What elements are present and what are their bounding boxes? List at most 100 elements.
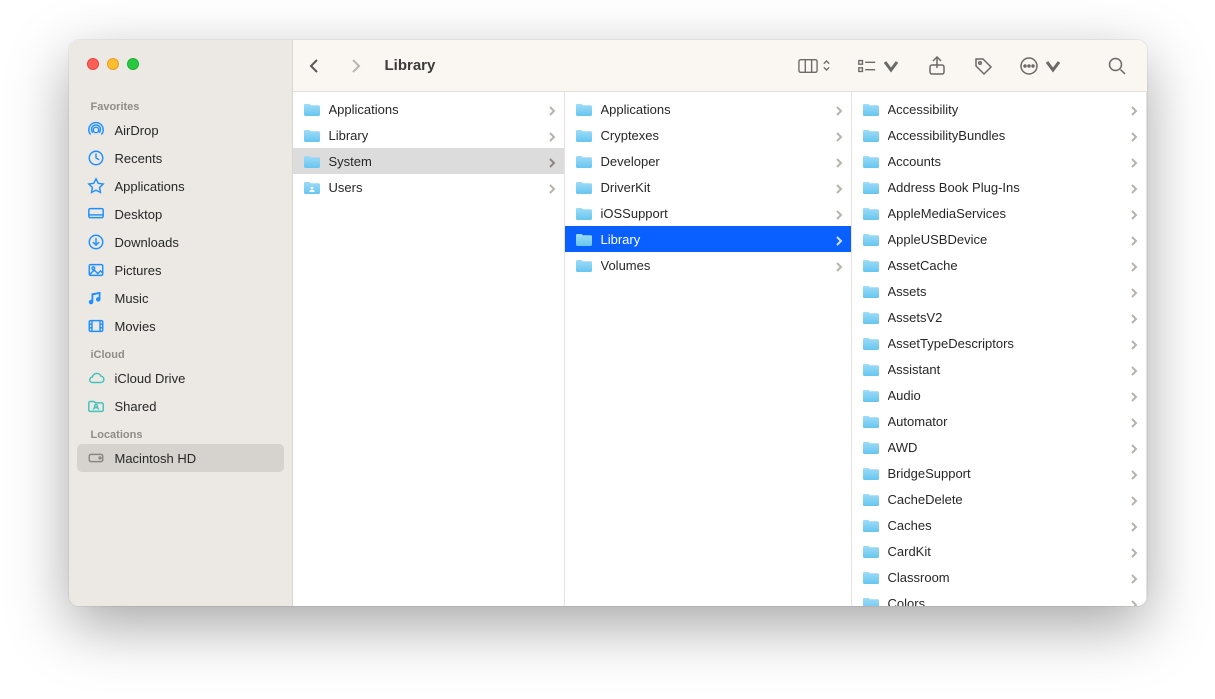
close-button[interactable] [87,58,99,70]
chevron-right-icon [1130,338,1138,348]
column-0: ApplicationsLibrarySystemUsers [293,92,565,606]
sidebar-item-pictures[interactable]: Pictures [77,256,284,284]
folder-icon [575,180,593,195]
folder-icon [575,232,593,247]
folder-row[interactable]: Library [293,122,564,148]
folder-icon [862,154,880,169]
sidebar-item-applications[interactable]: Applications [77,172,284,200]
folder-row[interactable]: Automator [852,408,1146,434]
folder-row[interactable]: Address Book Plug-Ins [852,174,1146,200]
folder-row[interactable]: Caches [852,512,1146,538]
folder-icon [575,258,593,273]
chevron-right-icon [1130,130,1138,140]
folder-row[interactable]: AssetTypeDescriptors [852,330,1146,356]
folder-icon [862,362,880,377]
folder-row[interactable]: Audio [852,382,1146,408]
folder-name: Accounts [888,154,1122,169]
sidebar-item-label: iCloud Drive [115,371,186,386]
view-columns-button[interactable] [798,52,831,80]
folder-icon [862,440,880,455]
folder-icon [575,102,593,117]
chevron-right-icon [1130,182,1138,192]
folder-icon [862,258,880,273]
folder-row[interactable]: AppleMediaServices [852,200,1146,226]
folder-row[interactable]: Assets [852,278,1146,304]
folder-icon [862,180,880,195]
traffic-lights [87,58,139,70]
disk-icon [87,449,105,467]
folder-icon [862,388,880,403]
sidebar-item-label: Recents [115,151,163,166]
maximize-button[interactable] [127,58,139,70]
chevron-right-icon [548,130,556,140]
folder-row[interactable]: Colors [852,590,1146,606]
share-button[interactable] [927,52,947,80]
sidebar-item-macintosh-hd[interactable]: Macintosh HD [77,444,284,472]
sidebar-item-icloud-drive[interactable]: iCloud Drive [77,364,284,392]
folder-row[interactable]: System [293,148,564,174]
folder-row[interactable]: Assistant [852,356,1146,382]
folder-name: Audio [888,388,1122,403]
folder-row[interactable]: Classroom [852,564,1146,590]
chevron-right-icon [548,104,556,114]
sidebar-item-downloads[interactable]: Downloads [77,228,284,256]
folder-row[interactable]: Developer [565,148,851,174]
chevron-right-icon [1130,416,1138,426]
back-button[interactable] [299,52,331,80]
folder-row[interactable]: CacheDelete [852,486,1146,512]
folder-name: AccessibilityBundles [888,128,1122,143]
folder-name: Volumes [601,258,827,273]
folder-row[interactable]: Applications [565,96,851,122]
folder-row[interactable]: Accounts [852,148,1146,174]
folder-row[interactable]: DriverKit [565,174,851,200]
folder-row[interactable]: iOSSupport [565,200,851,226]
sidebar-heading: iCloud [69,340,292,364]
folder-name: CacheDelete [888,492,1122,507]
folder-icon [303,102,321,117]
folder-name: Accessibility [888,102,1122,117]
folder-row[interactable]: Volumes [565,252,851,278]
chevron-right-icon [1130,156,1138,166]
chevron-right-icon [1130,286,1138,296]
minimize-button[interactable] [107,58,119,70]
sidebar-item-shared[interactable]: Shared [77,392,284,420]
folder-row[interactable]: BridgeSupport [852,460,1146,486]
folder-row[interactable]: Library [565,226,851,252]
chevron-right-icon [1130,572,1138,582]
folder-row[interactable]: Accessibility [852,96,1146,122]
column-2: Accessibility AccessibilityBundles Account… [852,92,1147,606]
folder-row[interactable]: AssetsV2 [852,304,1146,330]
icloud-icon [87,369,105,387]
folder-icon [575,128,593,143]
apps-icon [87,177,105,195]
folder-row[interactable]: Applications [293,96,564,122]
folder-row[interactable]: CardKit [852,538,1146,564]
sidebar-item-movies[interactable]: Movies [77,312,284,340]
chevron-right-icon [1130,494,1138,504]
chevron-right-icon [1130,104,1138,114]
folder-row[interactable]: AccessibilityBundles [852,122,1146,148]
folder-icon [862,284,880,299]
folder-row[interactable]: AWD [852,434,1146,460]
folder-icon [862,466,880,481]
search-button[interactable] [1107,52,1127,80]
main-area: Library [293,40,1147,606]
forward-button[interactable] [339,52,371,80]
tag-button[interactable] [973,52,993,80]
sidebar-item-airdrop[interactable]: AirDrop [77,116,284,144]
chevron-right-icon [1130,312,1138,322]
folder-row[interactable]: Cryptexes [565,122,851,148]
group-by-button[interactable] [857,52,901,80]
sidebar-item-desktop[interactable]: Desktop [77,200,284,228]
finder-window: FavoritesAirDropRecentsApplicationsDeskt… [69,40,1147,606]
airdrop-icon [87,121,105,139]
folder-icon [862,570,880,585]
folder-icon [862,336,880,351]
folder-row[interactable]: Users [293,174,564,200]
more-button[interactable] [1019,52,1063,80]
folder-row[interactable]: AppleUSBDevice [852,226,1146,252]
sidebar-item-music[interactable]: Music [77,284,284,312]
folder-row[interactable]: AssetCache [852,252,1146,278]
shared-icon [87,397,105,415]
sidebar-item-recents[interactable]: Recents [77,144,284,172]
